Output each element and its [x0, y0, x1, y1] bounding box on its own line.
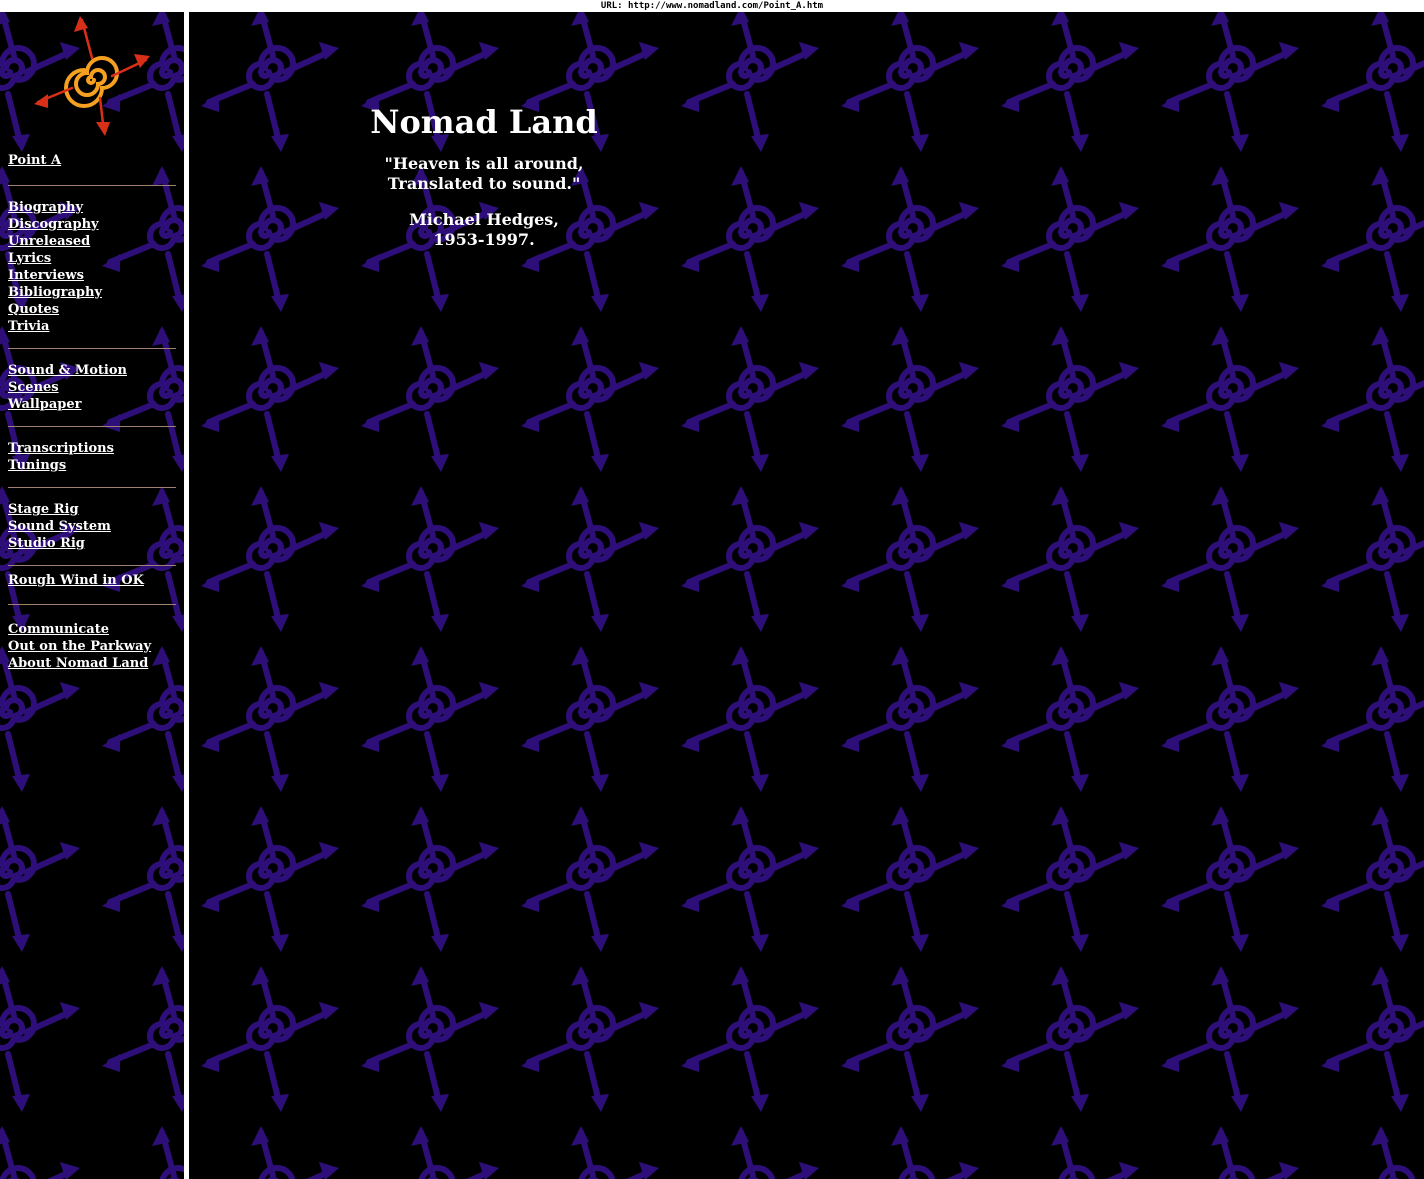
nav-link-scenes[interactable]: Scenes	[8, 379, 176, 396]
nav-link-sound-system[interactable]: Sound System	[8, 518, 176, 535]
nav-link-sound-motion[interactable]: Sound & Motion	[8, 362, 176, 379]
nav-link-quotes[interactable]: Quotes	[8, 301, 176, 318]
quote-line-1: "Heaven is all around,	[384, 154, 584, 173]
url-label: URL:	[600, 1, 623, 11]
author-years: 1953-1997.	[433, 230, 535, 249]
page-title: Nomad Land	[370, 103, 598, 141]
nav-link-communicate[interactable]: Communicate	[8, 621, 176, 638]
sidebar-frame: Point A Biography Discography Unreleased…	[0, 12, 184, 1179]
nav-link-about[interactable]: About Nomad Land	[8, 655, 176, 672]
nav-link-wallpaper[interactable]: Wallpaper	[8, 396, 176, 413]
quote: "Heaven is all around, Translated to sou…	[359, 154, 609, 194]
nav-link-stage-rig[interactable]: Stage Rig	[8, 501, 176, 518]
author-name: Michael Hedges,	[409, 210, 559, 229]
main-content: Nomad Land "Heaven is all around, Transl…	[359, 102, 609, 266]
nav-link-transcriptions[interactable]: Transcriptions	[8, 440, 176, 457]
nav-link-interviews[interactable]: Interviews	[8, 267, 176, 284]
url-text: http://www.nomadland.com/Point_A.htm	[628, 1, 824, 11]
nav-link-unreleased[interactable]: Unreleased	[8, 233, 176, 250]
nomad-spiral-logo[interactable]	[30, 14, 154, 136]
attribution: Michael Hedges, 1953-1997.	[359, 210, 609, 250]
quote-line-2: Translated to sound."	[387, 174, 581, 193]
nav-link-discography[interactable]: Discography	[8, 216, 176, 233]
nav-link-rough-wind[interactable]: Rough Wind in OK	[8, 572, 176, 589]
url-bar: URL: http://www.nomadland.com/Point_A.ht…	[0, 0, 1424, 12]
sidebar-nav: Point A Biography Discography Unreleased…	[8, 152, 176, 672]
nav-link-biography[interactable]: Biography	[8, 199, 176, 216]
nav-link-bibliography[interactable]: Bibliography	[8, 284, 176, 301]
nav-link-point-a[interactable]: Point A	[8, 152, 176, 169]
main-frame: Nomad Land "Heaven is all around, Transl…	[189, 12, 1424, 1179]
nav-link-studio-rig[interactable]: Studio Rig	[8, 535, 176, 552]
nav-link-parkway[interactable]: Out on the Parkway	[8, 638, 176, 655]
nav-link-lyrics[interactable]: Lyrics	[8, 250, 176, 267]
nav-link-trivia[interactable]: Trivia	[8, 318, 176, 335]
nav-link-tunings[interactable]: Tunings	[8, 457, 176, 474]
